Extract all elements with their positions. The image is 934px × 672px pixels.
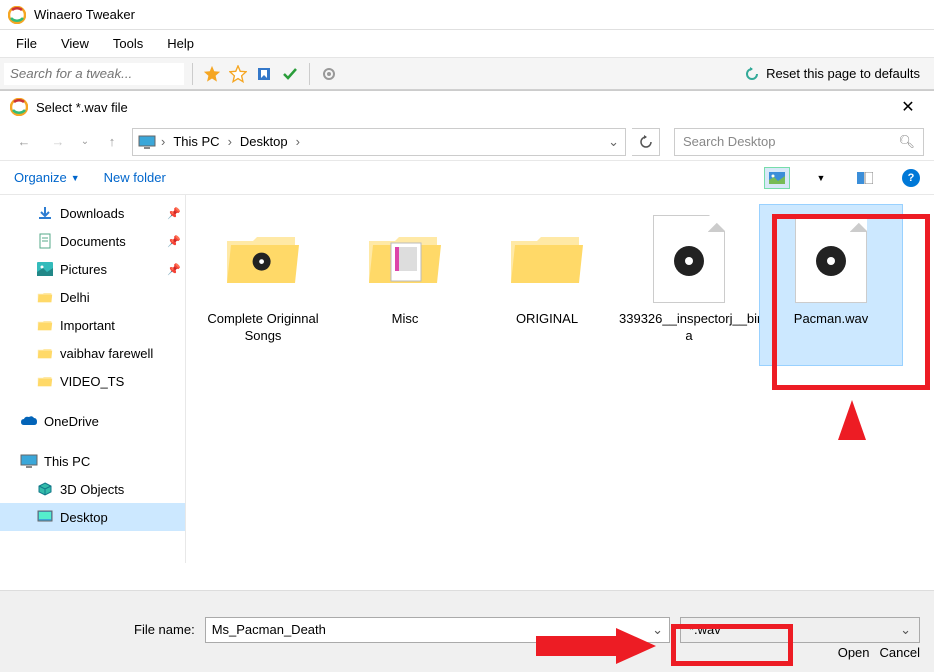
tree-vaibhav[interactable]: vaibhav farewell [0,339,185,367]
open-button[interactable]: Open [838,645,870,660]
breadcrumb-thispc[interactable]: This PC [169,134,223,149]
tree-documents[interactable]: Documents📌 [0,227,185,255]
app-logo-icon [10,98,28,116]
dialog-title: Select *.wav file [36,100,892,115]
close-button[interactable]: ✕ [892,93,924,121]
preview-pane-button[interactable] [852,167,878,189]
favorite-outline-icon[interactable] [227,63,249,85]
folder-icon [36,344,54,362]
new-folder-button[interactable]: New folder [104,170,166,185]
menu-file[interactable]: File [4,32,49,55]
pictures-icon [36,260,54,278]
monitor-icon [20,452,38,470]
chevron-right-icon[interactable]: › [294,134,302,149]
onedrive-icon [20,412,38,430]
favorite-solid-icon[interactable] [201,63,223,85]
app-logo-icon [8,6,26,24]
file-item-audio[interactable]: 339326__inspectorj__bird_whistling-a [618,205,760,365]
tree-delhi[interactable]: Delhi [0,283,185,311]
file-list[interactable]: Complete Originnal Songs Misc ORIGINAL 3… [186,195,934,563]
file-dialog: Select *.wav file ✕ ← → ⌄ ↑ › This PC › … [0,90,934,672]
search-input[interactable]: Search Desktop 🔍︎ [674,128,924,156]
menu-tools[interactable]: Tools [101,32,155,55]
desktop-icon [36,508,54,526]
tree-this-pc[interactable]: This PC [0,447,185,475]
refresh-button[interactable] [632,128,660,156]
menu-view[interactable]: View [49,32,101,55]
pin-icon: 📌 [167,235,181,248]
breadcrumb[interactable]: › This PC › Desktop › ⌄ [132,128,626,156]
tree-3d-objects[interactable]: 3D Objects [0,475,185,503]
tree-pictures[interactable]: Pictures📌 [0,255,185,283]
recent-dropdown[interactable]: ⌄ [78,128,92,156]
menu-help[interactable]: Help [155,32,206,55]
filename-input[interactable]: Ms_Pacman_Death⌄ [205,617,670,643]
pin-icon: 📌 [167,263,181,276]
document-icon [36,232,54,250]
breadcrumb-desktop[interactable]: Desktop [236,134,292,149]
chevron-down-icon[interactable]: ⌄ [606,134,621,150]
filename-label: File name: [134,622,195,637]
gear-icon[interactable] [318,63,340,85]
chevron-right-icon[interactable]: › [159,134,167,149]
tree-video-ts[interactable]: VIDEO_TS [0,367,185,395]
file-item-folder[interactable]: ORIGINAL [476,205,618,365]
folder-icon [36,316,54,334]
menu-bar: File View Tools Help [0,30,934,58]
view-mode-button[interactable] [764,167,790,189]
tweak-search-input[interactable] [4,63,184,85]
file-item-folder[interactable]: Complete Originnal Songs [192,205,334,365]
folder-icon [36,288,54,306]
reset-button[interactable]: Reset this page to defaults [734,66,930,82]
checkmark-icon[interactable] [279,63,301,85]
objects3d-icon [36,480,54,498]
toolbar: Reset this page to defaults [0,58,934,90]
tree-onedrive[interactable]: OneDrive [0,407,185,435]
cancel-button[interactable]: Cancel [880,645,920,660]
dialog-titlebar: Select *.wav file ✕ [0,91,934,123]
tree-desktop[interactable]: Desktop [0,503,185,531]
toolbar-separator [192,63,193,85]
monitor-icon [137,134,157,150]
chevron-right-icon[interactable]: › [226,134,234,149]
search-icon: 🔍︎ [898,134,915,150]
dialog-footer: File name: Ms_Pacman_Death⌄ *.wav⌄ [0,590,934,672]
bookmark-icon[interactable] [253,63,275,85]
app-title: Winaero Tweaker [34,7,135,22]
tree-downloads[interactable]: Downloads📌 [0,199,185,227]
download-icon [36,204,54,222]
file-item-audio[interactable]: Pacman.wav [760,205,902,365]
tree-important[interactable]: Important [0,311,185,339]
back-button[interactable]: ← [10,128,38,156]
reset-icon [744,66,760,82]
nav-tree[interactable]: Downloads📌 Documents📌 Pictures📌 Delhi Im… [0,195,186,563]
nav-row: ← → ⌄ ↑ › This PC › Desktop › ⌄ Search D… [0,123,934,161]
forward-button[interactable]: → [44,128,72,156]
filetype-select[interactable]: *.wav⌄ [680,617,920,643]
toolbar-separator [309,63,310,85]
up-button[interactable]: ↑ [98,128,126,156]
command-row: Organize ▼ New folder ▼ ? [0,161,934,195]
organize-button[interactable]: Organize ▼ [14,170,80,185]
file-item-folder[interactable]: Misc [334,205,476,365]
view-dropdown-button[interactable]: ▼ [814,167,828,189]
app-titlebar: Winaero Tweaker [0,0,934,30]
help-button[interactable]: ? [902,169,920,187]
folder-icon [36,372,54,390]
pin-icon: 📌 [167,207,181,220]
